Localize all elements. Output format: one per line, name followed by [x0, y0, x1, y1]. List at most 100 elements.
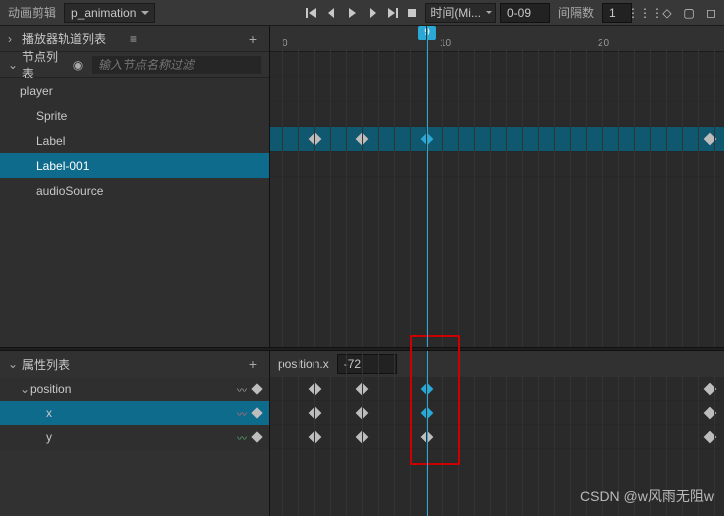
node-item-player[interactable]: player — [0, 78, 269, 103]
stop-button[interactable] — [403, 4, 421, 22]
timeline-track[interactable] — [270, 77, 724, 102]
animation-clip-value: p_animation — [71, 6, 136, 20]
grid-line — [490, 351, 491, 516]
curve-header: position.x -72 — [270, 351, 724, 377]
grid-icon[interactable]: ⋮⋮⋮ — [636, 4, 654, 22]
playhead-line[interactable] — [427, 26, 428, 347]
curve-icon[interactable]: 〰 — [237, 430, 247, 445]
interval-value: 1 — [609, 6, 616, 20]
animation-clip-dropdown[interactable]: p_animation — [64, 3, 155, 23]
property-row-x[interactable]: x〰 — [0, 401, 269, 425]
node-list-title: 节点列表 — [18, 48, 64, 82]
keyframe[interactable] — [309, 133, 322, 146]
property-row-position[interactable]: ⌄position〰 — [0, 377, 269, 401]
node-item-sprite[interactable]: Sprite — [0, 103, 269, 128]
node-list-header[interactable]: ⌄ 节点列表 ◉ — [0, 52, 269, 78]
grid-line — [522, 351, 523, 516]
keyframe[interactable] — [309, 430, 322, 443]
tracks-container — [270, 52, 724, 177]
first-frame-button[interactable] — [303, 4, 321, 22]
property-label: x — [46, 406, 237, 420]
grid-line — [490, 26, 491, 347]
panel-icon[interactable]: ▢ — [680, 4, 698, 22]
timeline-track[interactable] — [270, 102, 724, 127]
grid-line — [474, 351, 475, 516]
eye-icon[interactable]: ◉ — [70, 58, 86, 72]
playhead-line-bottom[interactable] — [427, 351, 428, 516]
property-panel: ⌄ 属性列表 + ⌄position〰x〰y〰 — [0, 351, 270, 516]
expand-icon[interactable]: ◇ — [658, 4, 676, 22]
property-label: position — [30, 382, 237, 396]
keyframe[interactable] — [309, 382, 322, 395]
grid-line — [602, 26, 603, 347]
grid-line — [362, 26, 363, 347]
chevron-down-icon: ⌄ — [8, 58, 18, 72]
node-list: playerSpriteLabelLabel-001audioSource — [0, 78, 269, 347]
timeline-track[interactable] — [270, 127, 724, 152]
play-button[interactable] — [343, 4, 361, 22]
grid-line — [618, 26, 619, 347]
next-frame-button[interactable] — [363, 4, 381, 22]
node-item-audiosource[interactable]: audioSource — [0, 178, 269, 203]
grid-line — [714, 351, 715, 516]
property-track[interactable] — [270, 401, 724, 425]
grid-line — [442, 351, 443, 516]
time-value-input[interactable]: 0-09 — [500, 3, 550, 23]
property-field-label: position.x — [278, 357, 329, 371]
grid-line — [346, 26, 347, 347]
chevron-icon: ⌄ — [20, 382, 30, 396]
add-track-button[interactable]: + — [245, 31, 261, 47]
last-frame-button[interactable] — [383, 4, 401, 22]
grid-line — [570, 351, 571, 516]
property-list-header[interactable]: ⌄ 属性列表 + — [0, 351, 269, 377]
curve-icon[interactable]: 〰 — [237, 382, 247, 397]
bookmark-icon[interactable]: ◻ — [702, 4, 720, 22]
grid-line — [442, 26, 443, 347]
timeline-area[interactable]: 010209 — [270, 26, 724, 347]
player-track-list-title: 播放器轨道列表 — [18, 30, 126, 47]
keyframe[interactable] — [309, 406, 322, 419]
node-filter-input[interactable] — [92, 56, 261, 74]
watermark: CSDN @w风雨无阻w — [580, 486, 714, 506]
grid-line — [394, 351, 395, 516]
left-panel: › 播放器轨道列表 ≡ + ⌄ 节点列表 ◉ playerSpriteLabel… — [0, 26, 270, 347]
grid-line — [522, 26, 523, 347]
grid-line — [586, 26, 587, 347]
grid-line — [330, 351, 331, 516]
grid-line — [410, 26, 411, 347]
add-property-button[interactable]: + — [245, 356, 261, 372]
property-rows: ⌄position〰x〰y〰 — [0, 377, 269, 449]
node-item-label[interactable]: Label — [0, 128, 269, 153]
grid-line — [714, 26, 715, 347]
property-track[interactable] — [270, 425, 724, 449]
grid-line — [650, 26, 651, 347]
grid-line — [410, 351, 411, 516]
grid-line — [298, 26, 299, 347]
grid-line — [378, 351, 379, 516]
grid-line — [282, 26, 283, 347]
keyframe-indicator[interactable] — [251, 383, 262, 394]
grid-line — [570, 26, 571, 347]
timeline-track[interactable] — [270, 152, 724, 177]
grid-line — [314, 351, 315, 516]
ruler-tick: 20 — [598, 38, 609, 49]
chevron-right-icon: › — [8, 32, 18, 46]
timeline-ruler[interactable]: 010209 — [270, 26, 724, 52]
grid-line — [362, 351, 363, 516]
grid-line — [538, 351, 539, 516]
top-toolbar: 动画剪辑 p_animation 时间(Mi... 0-09 间隔数 1 ⋮⋮⋮… — [0, 0, 724, 26]
keyframe-indicator[interactable] — [251, 407, 262, 418]
curve-icon[interactable]: 〰 — [237, 406, 247, 421]
time-mode-dropdown[interactable]: 时间(Mi... — [425, 3, 496, 23]
prev-frame-button[interactable] — [323, 4, 341, 22]
node-item-label-001[interactable]: Label-001 — [0, 153, 269, 178]
timeline-track[interactable] — [270, 52, 724, 77]
chevron-down-icon: ⌄ — [8, 357, 18, 371]
property-track[interactable] — [270, 377, 724, 401]
property-row-y[interactable]: y〰 — [0, 425, 269, 449]
grid-line — [682, 26, 683, 347]
grid-line — [634, 26, 635, 347]
keyframe-indicator[interactable] — [251, 431, 262, 442]
menu-icon[interactable]: ≡ — [126, 32, 142, 46]
property-list-title: 属性列表 — [18, 356, 245, 373]
